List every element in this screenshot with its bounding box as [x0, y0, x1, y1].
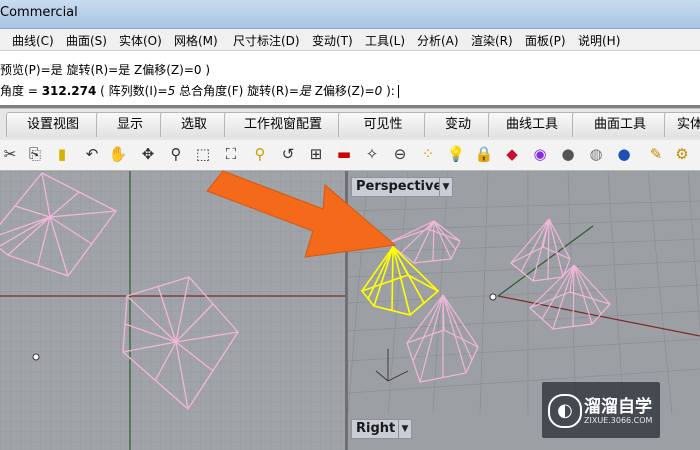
- copy-icon[interactable]: ⎘: [25, 144, 45, 164]
- menu-transform[interactable]: 变动(T): [312, 32, 353, 49]
- layer-icon[interactable]: ◆: [502, 144, 522, 164]
- cplane-icon[interactable]: ⊖: [390, 144, 410, 164]
- menu-help[interactable]: 说明(H): [578, 32, 620, 49]
- tab-display[interactable]: 显示: [96, 112, 164, 137]
- tab-surface-tools[interactable]: 曲面工具: [572, 112, 668, 137]
- menu-panels[interactable]: 面板(P): [525, 32, 566, 49]
- rotate-view-icon[interactable]: ✥: [138, 144, 158, 164]
- menu-render[interactable]: 渲染(R): [471, 32, 513, 49]
- menu-solid[interactable]: 实体(O): [119, 32, 162, 49]
- points-icon[interactable]: ⁘: [418, 144, 438, 164]
- tab-solid-tools[interactable]: 实体: [664, 112, 700, 137]
- prompt-prefix: 角度 =: [0, 84, 42, 98]
- text-caret: [397, 85, 399, 98]
- tab-viewport-layout[interactable]: 工作视窗配置: [224, 112, 342, 137]
- angle-value: 312.274: [41, 84, 97, 98]
- zoom-icon[interactable]: ⚲: [166, 144, 186, 164]
- prompt-tail: ):: [382, 84, 395, 98]
- undo-view-icon[interactable]: ↺: [278, 144, 298, 164]
- render-sphere-icon[interactable]: ◍: [586, 144, 606, 164]
- viewport-label-right[interactable]: Right: [351, 419, 401, 439]
- center-point: [32, 353, 40, 361]
- toolbar-tabs: 设置视图 显示 选取 工作视窗配置 可见性 变动 曲线工具 曲面工具 实体: [0, 108, 700, 141]
- rotate-value: 是: [298, 84, 311, 98]
- command-prompt[interactable]: 角度 = 312.274 ( 阵列数(I)=5 总合角度(F) 旋转(R)=是 …: [0, 82, 399, 99]
- tab-visibility[interactable]: 可见性: [338, 112, 428, 137]
- command-history-line: 预览(P)=是 旋转(R)=是 Z偏移(Z)=0 ): [0, 63, 211, 77]
- prompt-array-label[interactable]: ( 阵列数(I)=: [96, 84, 167, 98]
- pen-icon[interactable]: ✎: [646, 144, 666, 164]
- blue-sphere-icon[interactable]: ●: [614, 144, 634, 164]
- undo-icon[interactable]: ↶: [82, 144, 102, 164]
- prompt-options[interactable]: 总合角度(F) 旋转(R)=: [175, 84, 299, 98]
- pan-icon[interactable]: ✋: [108, 144, 128, 164]
- command-area: 预览(P)=是 旋转(R)=是 Z偏移(Z)=0 ) 角度 = 312.274 …: [0, 51, 700, 105]
- menu-tools[interactable]: 工具(L): [365, 32, 405, 49]
- mesh-icon[interactable]: ✧: [362, 144, 382, 164]
- annotation-arrow: [206, 170, 397, 258]
- title-bar: Commercial: [0, 0, 700, 29]
- watermark-url: ZIXUE.3066.COM: [584, 416, 653, 425]
- menu-dimension[interactable]: 尺寸标注(D): [233, 32, 300, 49]
- cut-icon[interactable]: ✂: [0, 144, 20, 164]
- zoom-window-icon[interactable]: ⬚: [193, 144, 213, 164]
- car-icon[interactable]: ▬: [334, 144, 354, 164]
- menu-surface[interactable]: 曲面(S): [66, 32, 107, 49]
- tab-set-view[interactable]: 设置视图: [6, 112, 100, 137]
- four-viewports-icon[interactable]: ⊞: [306, 144, 326, 164]
- menu-mesh[interactable]: 网格(M): [174, 32, 218, 49]
- material-sphere-icon[interactable]: ●: [558, 144, 578, 164]
- color-wheel-icon[interactable]: ◉: [530, 144, 550, 164]
- light-icon[interactable]: 💡: [446, 144, 466, 164]
- menu-curve[interactable]: 曲线(C): [12, 32, 54, 49]
- perspective-dropdown-icon[interactable]: ▼: [439, 177, 453, 197]
- lock-icon[interactable]: 🔒: [474, 144, 494, 164]
- paste-icon[interactable]: ▮: [52, 144, 72, 164]
- watermark-name: 溜溜自学: [584, 397, 652, 417]
- watermark: ◐ 溜溜自学 ZIXUE.3066.COM: [542, 382, 660, 438]
- tab-transform[interactable]: 变动: [424, 112, 492, 137]
- gear-icon[interactable]: ⚙: [672, 144, 692, 164]
- zoom-selected-icon[interactable]: ⚲: [250, 144, 270, 164]
- tab-select[interactable]: 选取: [160, 112, 228, 137]
- window-title: Commercial: [0, 5, 78, 20]
- watermark-logo-icon: ◐: [548, 394, 582, 428]
- zoom-extents-icon[interactable]: ⛶: [221, 144, 241, 164]
- tab-curve-tools[interactable]: 曲线工具: [488, 112, 576, 137]
- menu-analyze[interactable]: 分析(A): [417, 32, 459, 49]
- right-dropdown-icon[interactable]: ▼: [398, 419, 412, 439]
- menu-bar: 曲线(C) 曲面(S) 实体(O) 网格(M) 尺寸标注(D) 变动(T) 工具…: [0, 29, 700, 51]
- prompt-zoffset-label[interactable]: Z偏移(Z)=: [311, 84, 375, 98]
- center-point: [489, 293, 497, 301]
